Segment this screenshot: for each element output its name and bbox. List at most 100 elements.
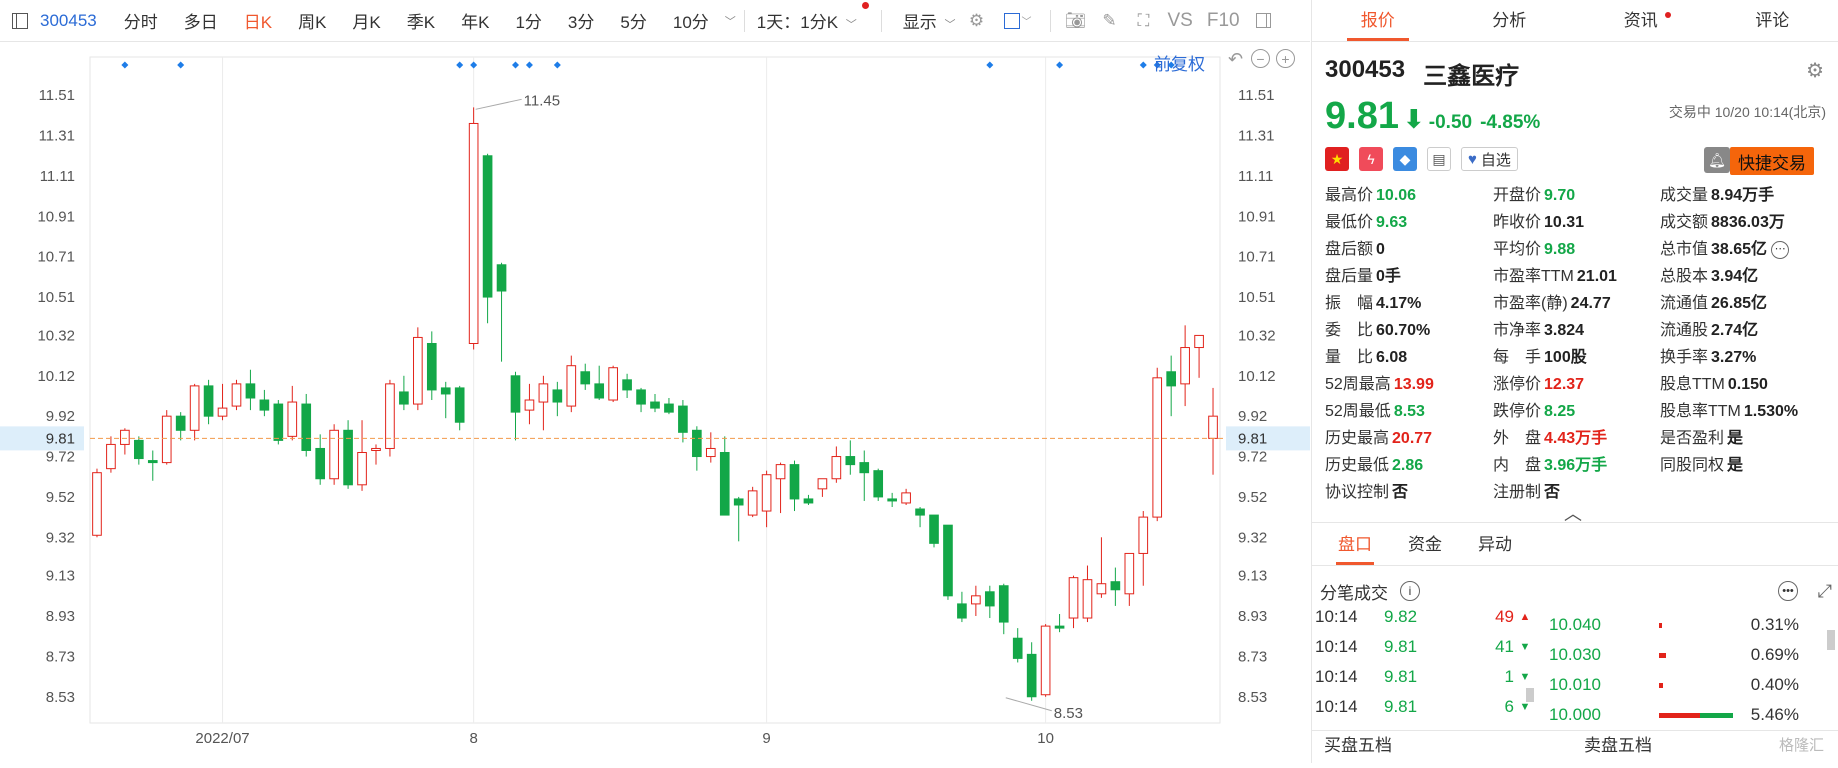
pencil-icon[interactable]: ✎ — [1100, 11, 1120, 31]
stat-value: 24.77 — [1571, 295, 1611, 312]
candlestick-chart-area[interactable]: 2022/07891011.5111.5111.3111.3111.1111.1… — [0, 43, 1310, 763]
tab-intraday[interactable]: 分时 — [124, 8, 158, 33]
expand-icon[interactable]: ⤢ — [1818, 581, 1832, 602]
stock-name: 三鑫医疗 — [1423, 56, 1519, 91]
period-select[interactable]: 1天：1分K ﹀ — [757, 8, 857, 33]
stat-value: 2.74亿 — [1711, 322, 1758, 339]
low-annotation-line — [1006, 698, 1052, 711]
stat-label: 协议控制 — [1325, 484, 1389, 501]
candle-body — [190, 386, 199, 430]
stat-value: 100股 — [1544, 349, 1587, 366]
quick-trade-button[interactable]: 快捷交易 — [1730, 147, 1814, 175]
tab-analysis[interactable]: 分析 — [1444, 0, 1576, 41]
display-menu[interactable]: 显示 ﹀ — [903, 8, 956, 33]
more-icon[interactable]: ••• — [1778, 581, 1798, 601]
reset-icon[interactable]: ↶ — [1226, 49, 1245, 68]
candle-body — [232, 384, 241, 406]
stat-value: 1.530% — [1744, 403, 1798, 420]
y-tick-label-left: 8.53 — [46, 689, 75, 706]
divider — [744, 10, 745, 32]
stat-value: 3.27% — [1711, 349, 1756, 366]
candle-body — [121, 430, 130, 444]
f10-button[interactable]: F10 — [1207, 11, 1240, 31]
panel-toggle-icon[interactable] — [1254, 11, 1274, 31]
tab-weekly-k[interactable]: 周K — [298, 8, 326, 33]
stat-item: 成交额8836.03万 — [1660, 209, 1830, 236]
tab-daily-k[interactable]: 日K — [244, 8, 272, 33]
quote-panel: 报价 分析 资讯 评论 300453 三鑫医疗 ⚙ 9.81 ⬇ -0.50 -… — [1311, 0, 1838, 763]
fullscreen-icon[interactable]: ⛶ — [1134, 11, 1154, 31]
zoom-out-icon[interactable]: − — [1251, 49, 1270, 68]
tab-quote[interactable]: 报价 — [1312, 0, 1444, 41]
candle-body — [1167, 372, 1176, 386]
lightning-icon[interactable]: ϟ — [1359, 147, 1383, 171]
candlestick-chart[interactable]: 2022/07891011.5111.5111.3111.3111.1111.1… — [0, 43, 1310, 763]
stat-item: 市净率3.824 — [1493, 317, 1660, 344]
stock-code: 300453 — [1325, 56, 1405, 91]
stat-value: 8.53 — [1394, 403, 1425, 420]
y-tick-label-right: 10.91 — [1238, 208, 1276, 225]
tab-unusual[interactable]: 异动 — [1460, 523, 1530, 565]
stat-item: 总股本3.94亿 — [1660, 263, 1830, 290]
candle-body — [302, 404, 311, 450]
y-tick-label-right: 9.52 — [1238, 489, 1267, 506]
y-tick-label-right: 8.93 — [1238, 608, 1267, 625]
add-watchlist-button[interactable]: ♥自选 — [1461, 147, 1518, 171]
stat-item: 协议控制否 — [1325, 479, 1493, 506]
tab-quarterly-k[interactable]: 季K — [407, 8, 435, 33]
candle-body — [734, 499, 743, 505]
candle-body — [623, 380, 632, 390]
tab-capital[interactable]: 资金 — [1390, 523, 1460, 565]
scrollbar[interactable] — [1526, 688, 1534, 702]
depth-bar — [1659, 649, 1733, 661]
tab-multiday[interactable]: 多日 — [184, 8, 218, 33]
candle-body — [1069, 578, 1078, 618]
depth-price: 10.000 — [1549, 705, 1659, 720]
zoom-in-icon[interactable]: + — [1276, 49, 1295, 68]
event-marker-icon — [456, 62, 463, 69]
stat-label: 盘后额 — [1325, 241, 1373, 258]
tab-news[interactable]: 资讯 — [1575, 0, 1707, 41]
candle-body — [1013, 638, 1022, 658]
stat-item: 52周最高13.99 — [1325, 371, 1493, 398]
y-tick-label-right: 10.12 — [1238, 368, 1276, 385]
settings-icon[interactable]: ⚙ — [967, 11, 987, 31]
tab-1min[interactable]: 1分 — [515, 8, 541, 33]
stock-code-link[interactable]: 300453 — [40, 11, 97, 31]
trade-price: 9.81 — [1384, 637, 1474, 657]
y-tick-label-left: 11.11 — [40, 168, 75, 185]
scrollbar[interactable] — [1827, 630, 1835, 650]
bookmark-icon[interactable]: ▤ — [1427, 147, 1451, 171]
candle-body — [483, 156, 492, 297]
y-tick-label-left: 10.32 — [37, 327, 75, 344]
candle-body — [1041, 626, 1050, 695]
tab-bid-five[interactable]: 买盘五档 — [1312, 731, 1572, 763]
vs-compare-button[interactable]: VS — [1168, 11, 1193, 31]
tab-monthly-k[interactable]: 月K — [352, 8, 380, 33]
stat-item: 盘后额0 — [1325, 236, 1493, 263]
fuquan-toggle[interactable]: 前复权 — [1154, 50, 1205, 75]
stat-value: 是 — [1727, 430, 1743, 447]
x-tick-label: 9 — [762, 730, 770, 747]
candle-body — [846, 457, 855, 465]
info-icon[interactable]: i — [1400, 581, 1420, 601]
tab-yearly-k[interactable]: 年K — [461, 8, 489, 33]
sidebar-toggle-icon[interactable] — [12, 13, 28, 29]
tab-order-book[interactable]: 盘口 — [1320, 523, 1390, 565]
y-tick-label-right: 9.72 — [1238, 449, 1267, 466]
y-tick-label-right: 11.51 — [1238, 87, 1274, 104]
stat-label: 外 盘 — [1493, 430, 1541, 447]
tab-comments[interactable]: 评论 — [1707, 0, 1838, 41]
x-tick-label: 10 — [1037, 730, 1054, 747]
camera-icon[interactable]: 📷︎ — [1066, 11, 1086, 31]
bell-icon[interactable]: 🔔︎ — [1704, 147, 1730, 173]
tag-icon[interactable]: ◆ — [1393, 147, 1417, 171]
gear-icon[interactable]: ⚙ — [1806, 58, 1824, 83]
more-icon[interactable]: ⋯ — [1771, 241, 1789, 259]
chevron-down-icon[interactable]: ﹀ — [725, 13, 736, 29]
tab-3min[interactable]: 3分 — [568, 8, 594, 33]
tab-10min[interactable]: 10分 — [673, 8, 709, 33]
stat-item: 每 手100股 — [1493, 344, 1660, 371]
tab-5min[interactable]: 5分 — [620, 8, 646, 33]
color-picker-icon[interactable]: ﹀ — [1001, 11, 1035, 31]
